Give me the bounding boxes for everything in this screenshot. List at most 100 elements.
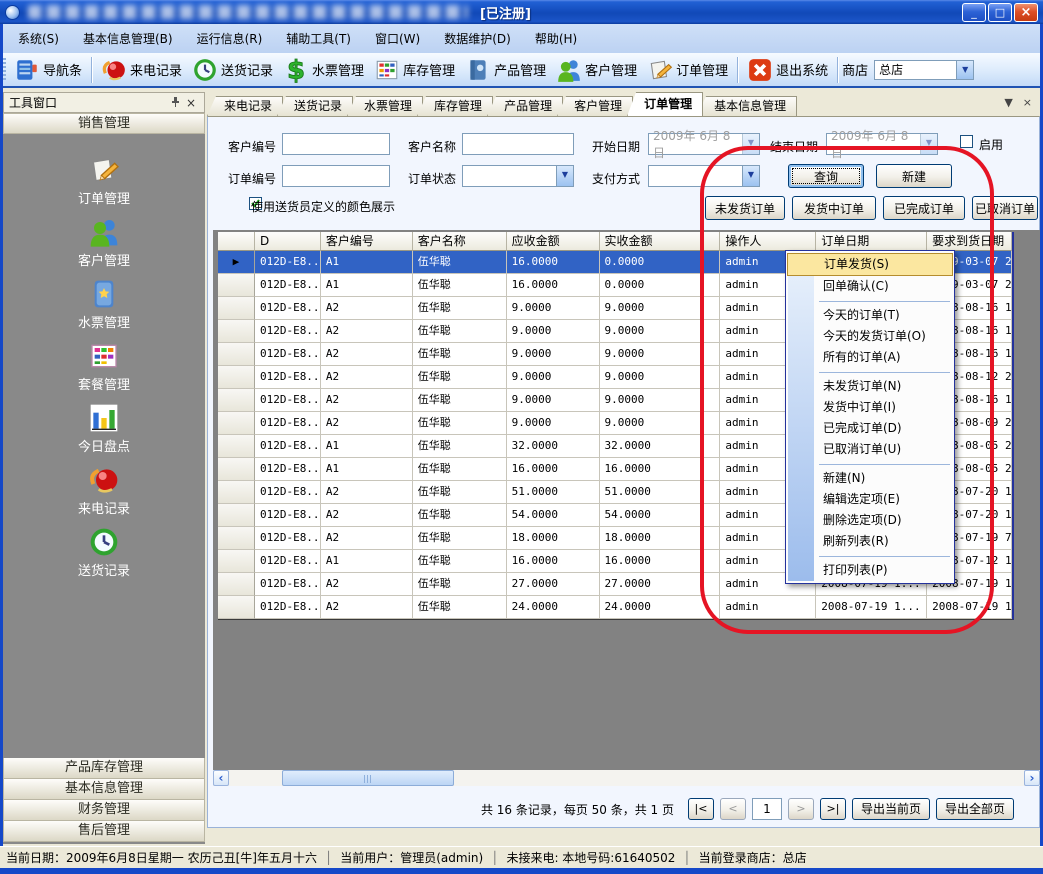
row-selector[interactable] (218, 573, 255, 596)
first-page-button[interactable]: |< (688, 798, 714, 820)
column-header[interactable]: 要求到货日期 (927, 232, 1012, 251)
row-selector[interactable] (218, 504, 255, 527)
column-header[interactable] (218, 232, 255, 251)
row-selector[interactable] (218, 527, 255, 550)
context-menu-item-已取消订单(U)[interactable]: 已取消订单(U) (786, 439, 954, 460)
tab-scroll-down-icon[interactable]: ▼ (1004, 96, 1012, 109)
tab-客户管理[interactable]: 客户管理 (557, 96, 633, 116)
context-menu-item-刷新列表(R)[interactable]: 刷新列表(R) (786, 531, 954, 552)
query-button[interactable]: 查询 (788, 164, 864, 188)
status-filter-未发货订单[interactable]: 未发货订单 (705, 196, 785, 220)
maximize-button[interactable]: □ (988, 3, 1012, 22)
row-selector[interactable] (218, 366, 255, 389)
row-selector[interactable] (218, 389, 255, 412)
row-selector[interactable]: ▶ (218, 251, 255, 274)
context-menu-item-订单发货(S)[interactable]: 订单发货(S) (787, 253, 953, 276)
menu-item[interactable]: 基本信息管理(B) (73, 27, 183, 50)
sidebar-item-来电记录[interactable]: 来电记录 (3, 455, 205, 517)
menu-item[interactable]: 系统(S) (8, 27, 69, 50)
toolbar-button-bell[interactable]: 来电记录 (96, 55, 187, 85)
toolbar-button-dollar[interactable]: $水票管理 (278, 55, 369, 85)
context-menu-item-回单确认(C)[interactable]: 回单确认(C) (786, 276, 954, 297)
start-date-dropdown-icon[interactable]: ▼ (742, 134, 759, 154)
menu-item[interactable]: 窗口(W) (365, 27, 430, 50)
row-selector[interactable] (218, 435, 255, 458)
sidebar-group-产品库存管理[interactable]: 产品库存管理 (3, 758, 205, 779)
row-selector[interactable] (218, 550, 255, 573)
tab-水票管理[interactable]: 水票管理 (347, 96, 423, 116)
end-date-picker[interactable]: 2009年 6月 8日 ▼ (826, 133, 938, 155)
export-all-pages-button[interactable]: 导出全部页 (936, 798, 1014, 820)
sidebar-item-套餐管理[interactable]: 套餐管理 (3, 331, 205, 393)
row-selector[interactable] (218, 274, 255, 297)
sidebar-group-售后管理[interactable]: 售后管理 (3, 821, 205, 842)
context-menu-item-新建(N)[interactable]: 新建(N) (786, 468, 954, 489)
column-header[interactable]: D (255, 232, 321, 251)
tab-来电记录[interactable]: 来电记录 (207, 96, 283, 116)
sidebar-group-基本信息管理[interactable]: 基本信息管理 (3, 779, 205, 800)
sidebar-item-送货记录[interactable]: 送货记录 (3, 517, 205, 579)
table-row[interactable]: 012D-E8...A2伍华聪24.000024.0000admin2008-0… (218, 596, 1012, 619)
prev-page-button[interactable]: < (720, 798, 746, 820)
column-header[interactable]: 操作人 (720, 232, 816, 251)
scroll-left-icon[interactable]: ‹ (213, 770, 229, 786)
tab-库存管理[interactable]: 库存管理 (417, 96, 493, 116)
new-button[interactable]: 新建 (876, 164, 952, 188)
toolbar-button-exit[interactable]: 退出系统 (742, 55, 833, 85)
context-menu-item-今天的发货订单(O)[interactable]: 今天的发货订单(O) (786, 326, 954, 347)
context-menu-item-已完成订单(D)[interactable]: 已完成订单(D) (786, 418, 954, 439)
row-selector[interactable] (218, 320, 255, 343)
next-page-button[interactable]: > (788, 798, 814, 820)
menu-item[interactable]: 运行信息(R) (187, 27, 273, 50)
close-button[interactable]: × (1014, 3, 1038, 22)
horizontal-scrollbar[interactable]: ‹ › (213, 770, 1040, 786)
scrollbar-thumb[interactable] (282, 770, 454, 786)
start-date-picker[interactable]: 2009年 6月 8日 ▼ (648, 133, 760, 155)
tab-产品管理[interactable]: 产品管理 (487, 96, 563, 116)
tab-送货记录[interactable]: 送货记录 (277, 96, 353, 116)
shop-select[interactable]: 总店▼ (874, 60, 974, 80)
row-selector[interactable] (218, 343, 255, 366)
toolbar-button-order-pen[interactable]: 订单管理 (642, 55, 733, 85)
sidebar-item-订单管理[interactable]: 订单管理 (3, 145, 205, 207)
payment-dropdown-icon[interactable]: ▼ (742, 166, 759, 186)
customer-no-input[interactable] (282, 133, 390, 155)
tab-基本信息管理[interactable]: 基本信息管理 (697, 96, 797, 116)
context-menu-item-删除选定项(D)[interactable]: 删除选定项(D) (786, 510, 954, 531)
column-header[interactable]: 客户名称 (413, 232, 507, 251)
row-selector[interactable] (218, 297, 255, 320)
enable-date-checkbox[interactable] (960, 135, 973, 148)
sidebar-item-客户管理[interactable]: 客户管理 (3, 207, 205, 269)
sidebar-item-今日盘点[interactable]: 今日盘点 (3, 393, 205, 455)
menu-item[interactable]: 帮助(H) (525, 27, 587, 50)
tool-window-close-icon[interactable]: × (183, 95, 199, 110)
context-menu-item-编辑选定项(E)[interactable]: 编辑选定项(E) (786, 489, 954, 510)
page-number-input[interactable]: 1 (752, 798, 782, 820)
row-selector[interactable] (218, 458, 255, 481)
column-header[interactable]: 客户编号 (321, 232, 413, 251)
order-status-select[interactable]: ▼ (462, 165, 574, 187)
status-filter-发货中订单[interactable]: 发货中订单 (792, 196, 876, 220)
sidebar-item-水票管理[interactable]: 水票管理 (3, 269, 205, 331)
status-filter-已完成订单[interactable]: 已完成订单 (883, 196, 965, 220)
toolbar-button-product-book[interactable]: 产品管理 (460, 55, 551, 85)
toolbar-button-clock[interactable]: 送货记录 (187, 55, 278, 85)
end-date-dropdown-icon[interactable]: ▼ (920, 134, 937, 154)
minimize-button[interactable]: _ (962, 3, 986, 22)
order-no-input[interactable] (282, 165, 390, 187)
payment-select[interactable]: ▼ (648, 165, 760, 187)
tab-close-icon[interactable]: × (1023, 96, 1032, 109)
shop-dropdown-icon[interactable]: ▼ (956, 61, 973, 79)
context-menu-item-发货中订单(I)[interactable]: 发货中订单(I) (786, 397, 954, 418)
context-menu-item-所有的订单(A)[interactable]: 所有的订单(A) (786, 347, 954, 368)
column-header[interactable]: 应收金额 (507, 232, 600, 251)
context-menu-item-未发货订单(N)[interactable]: 未发货订单(N) (786, 376, 954, 397)
toolbar-button-calendar-grid[interactable]: 库存管理 (369, 55, 460, 85)
tab-订单管理[interactable]: 订单管理 (627, 92, 703, 116)
scroll-right-icon[interactable]: › (1024, 770, 1040, 786)
status-filter-已取消订单[interactable]: 已取消订单 (972, 196, 1038, 220)
row-selector[interactable] (218, 596, 255, 619)
last-page-button[interactable]: >| (820, 798, 846, 820)
menu-item[interactable]: 数据维护(D) (434, 27, 521, 50)
toolbar-button-navigator-book[interactable]: 导航条 (9, 55, 87, 85)
